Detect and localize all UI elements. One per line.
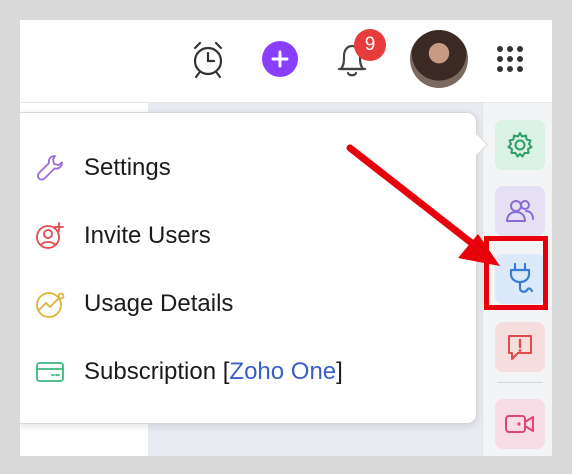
menu-item-usage-details[interactable]: Usage Details <box>20 274 460 334</box>
menu-item-label: Settings <box>84 154 171 181</box>
annotation-arrow-icon <box>346 144 500 266</box>
create-new-button[interactable] <box>262 41 298 77</box>
apps-grid-icon[interactable] <box>492 41 528 77</box>
video-icon <box>505 415 534 433</box>
bracket-close: ] <box>336 358 343 385</box>
video-sidebar-button[interactable] <box>495 399 545 449</box>
alarm-clock-icon[interactable] <box>190 38 226 80</box>
wrench-icon <box>34 152 66 184</box>
report-issue-sidebar-button[interactable] <box>495 322 545 372</box>
menu-item-label: Usage Details <box>84 290 234 317</box>
menu-item-label: Invite Users <box>84 222 211 249</box>
card-icon <box>34 356 66 388</box>
menu-item-label: Subscription [Zoho One] <box>84 358 343 386</box>
plus-icon <box>271 50 289 68</box>
trend-chart-icon <box>34 288 66 320</box>
notification-badge: 9 <box>354 29 386 61</box>
top-bar: 9 <box>20 20 552 103</box>
menu-item-subscription[interactable]: Subscription [Zoho One] <box>20 342 460 402</box>
add-user-icon <box>34 220 66 252</box>
avatar[interactable] <box>410 30 468 88</box>
report-issue-icon <box>508 335 532 360</box>
subscription-label: Subscription <box>84 358 217 385</box>
app-window: 9 Settings Invite Users Usage Details Su… <box>20 20 552 456</box>
plan-name-link[interactable]: Zoho One <box>229 358 336 385</box>
sidebar-divider <box>497 382 543 383</box>
